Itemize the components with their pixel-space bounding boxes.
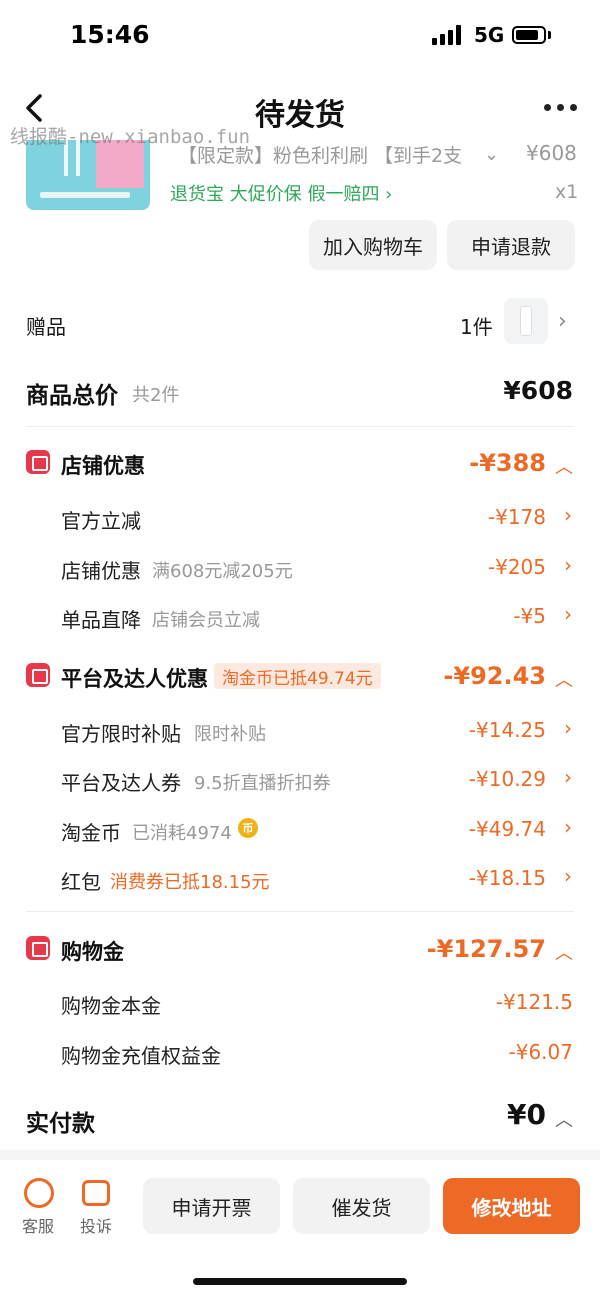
discount-row-sub: 店铺会员立减 xyxy=(152,610,260,631)
chevron-right-icon[interactable]: › xyxy=(564,716,572,740)
home-indicator[interactable] xyxy=(193,1278,407,1285)
coin-icon: 币 xyxy=(238,818,258,838)
store-icon xyxy=(26,450,50,474)
discount-row-value[interactable]: -¥10.29 xyxy=(469,767,546,791)
network-type: 5G xyxy=(474,23,505,47)
chevron-right-icon[interactable]: › xyxy=(564,864,572,888)
discount-row-value[interactable]: -¥205 xyxy=(488,555,546,579)
chevron-up-icon[interactable]: ︿ xyxy=(555,939,573,965)
apply-refund-button[interactable]: 申请退款 xyxy=(447,220,575,270)
modify-address-button[interactable]: 修改地址 xyxy=(443,1178,580,1234)
discount-row-sub: 限时补贴 xyxy=(194,724,266,745)
payment-value[interactable]: ¥0 xyxy=(507,1098,546,1131)
chevron-right-icon[interactable]: › xyxy=(564,503,572,527)
signal-icon xyxy=(432,25,464,45)
discount-row-label: 平台及达人券 xyxy=(61,771,181,795)
more-icon[interactable] xyxy=(544,104,578,112)
shopping-money-row-label: 购物金充值权益金 xyxy=(61,1044,221,1068)
chevron-right-icon[interactable]: › xyxy=(564,815,572,839)
discount-row-label: 单品直降 xyxy=(61,608,141,632)
discount-row-value[interactable]: -¥5 xyxy=(513,604,546,628)
coin-deduction-badge: 淘金币已抵49.74元 xyxy=(214,663,381,689)
urge-shipment-button[interactable]: 催发货 xyxy=(293,1178,430,1234)
discount-row-value[interactable]: -¥49.74 xyxy=(469,817,546,841)
gift-image[interactable] xyxy=(504,298,548,344)
status-time: 15:46 xyxy=(70,20,150,49)
shopping-money-value[interactable]: -¥127.57 xyxy=(427,935,546,963)
total-count: 共2件 xyxy=(132,385,180,406)
shopping-bag-icon xyxy=(26,936,50,960)
discount-row-sub: 已消耗4974 xyxy=(132,823,232,844)
discount-row-value[interactable]: -¥14.25 xyxy=(469,718,546,742)
shopping-money-row-label: 购物金本金 xyxy=(61,994,161,1018)
add-to-cart-button[interactable]: 加入购物车 xyxy=(309,220,437,270)
product-quantity: x1 xyxy=(555,181,579,203)
divider xyxy=(26,911,574,912)
product-image[interactable] xyxy=(26,140,150,210)
discount-row-sub: 9.5折直播折扣券 xyxy=(194,773,331,794)
platform-discount-value[interactable]: -¥92.43 xyxy=(443,662,546,690)
total-label: 商品总价 xyxy=(26,383,118,409)
chevron-down-icon[interactable]: ⌄ xyxy=(484,144,499,165)
gift-count[interactable]: 1件 xyxy=(460,311,493,340)
store-discount-value[interactable]: -¥388 xyxy=(469,449,546,477)
platform-coupon-icon xyxy=(26,663,50,687)
discount-row-label: 红包 xyxy=(61,870,101,894)
complaint-label[interactable]: 投诉 xyxy=(80,1213,112,1237)
discount-row-label: 淘金币 xyxy=(61,821,121,845)
product-price: ¥608 xyxy=(526,141,577,165)
discount-row-label: 官方限时补贴 xyxy=(61,722,181,746)
discount-row-sub: 满608元减205元 xyxy=(152,561,293,582)
discount-row-label: 店铺优惠 xyxy=(61,559,141,583)
gift-label: 赠品 xyxy=(26,315,66,339)
complaint-icon[interactable] xyxy=(82,1180,110,1206)
bottom-separator xyxy=(0,1150,600,1160)
battery-icon xyxy=(512,26,546,44)
total-value: ¥608 xyxy=(503,376,573,405)
discount-row-label: 官方立减 xyxy=(61,509,141,533)
discount-row-value[interactable]: -¥18.15 xyxy=(469,866,546,890)
chevron-right-icon[interactable]: › xyxy=(558,309,567,334)
shopping-money-row-value: -¥6.07 xyxy=(508,1040,573,1064)
chevron-right-icon[interactable]: › xyxy=(564,602,572,626)
customer-service-label[interactable]: 客服 xyxy=(22,1213,54,1237)
payment-label: 实付款 xyxy=(26,1111,95,1137)
shopping-money-row-value: -¥121.5 xyxy=(495,990,573,1014)
discount-row-sub: 消费券已抵18.15元 xyxy=(110,872,270,893)
shopping-money-title: 购物金 xyxy=(61,940,124,964)
service-tags[interactable]: 退货宝 大促价保 假一赔四 › xyxy=(170,180,392,206)
battery-tip xyxy=(548,31,551,39)
discount-row-value[interactable]: -¥178 xyxy=(488,505,546,529)
chevron-up-icon[interactable]: ︿ xyxy=(555,1106,573,1132)
chevron-up-icon[interactable]: ︿ xyxy=(555,666,573,692)
chevron-up-icon[interactable]: ︿ xyxy=(555,453,573,479)
divider xyxy=(26,426,574,427)
platform-discount-title: 平台及达人优惠 xyxy=(61,667,208,691)
chevron-right-icon[interactable]: › xyxy=(564,765,572,789)
watermark: 线报酷-new.xianbao.fun xyxy=(10,126,251,148)
chevron-right-icon[interactable]: › xyxy=(564,553,572,577)
customer-service-icon[interactable] xyxy=(24,1178,54,1208)
apply-invoice-button[interactable]: 申请开票 xyxy=(143,1178,280,1234)
store-discount-title: 店铺优惠 xyxy=(61,454,145,478)
